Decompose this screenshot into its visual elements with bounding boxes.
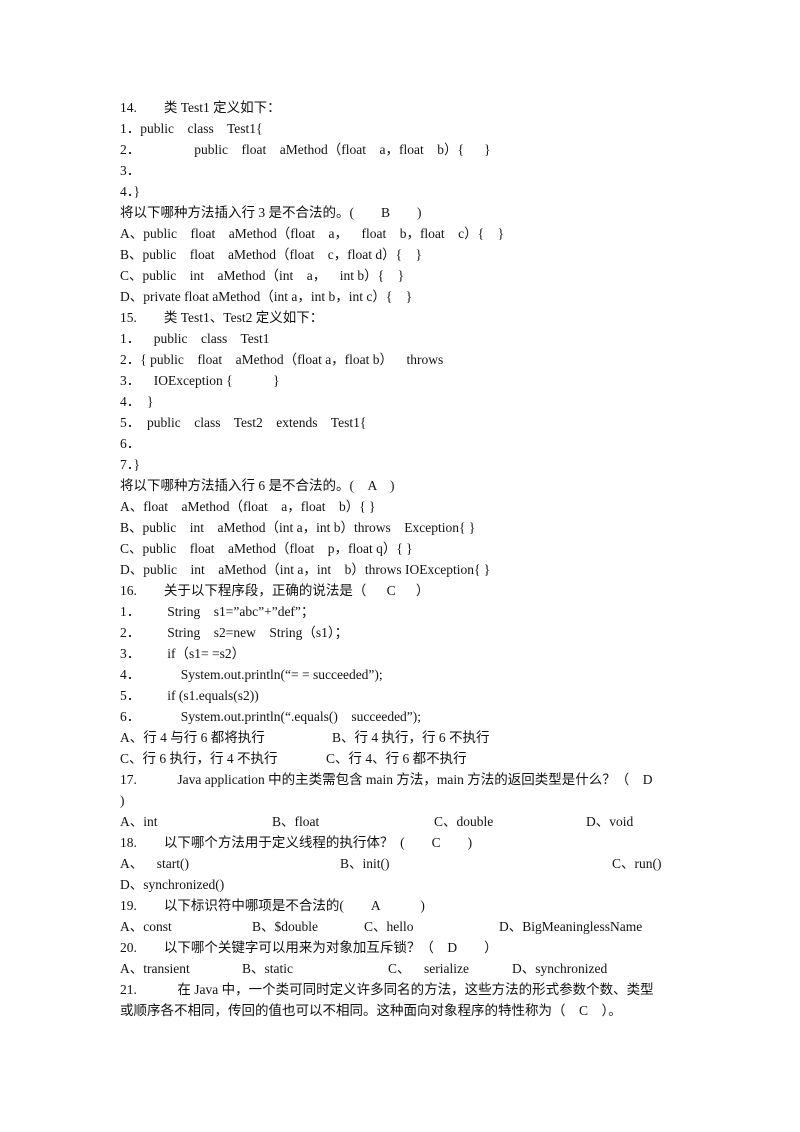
code-line: 1．public class Test1{ [120,121,263,136]
option-a: A、行 4 与行 6 都将执行 [120,730,265,745]
question-19-title: 19. 以下标识符中哪项是不合法的( A ) [120,898,425,913]
option-d: D、synchronized [512,961,608,976]
question-20-title: 20. 以下哪个关键字可以用来为对象加互斥锁？（ D ） [120,940,498,955]
question-14-title: 14. 类 Test1 定义如下： [120,100,281,115]
question-17-title-cont: ) [120,793,125,808]
code-line: 6． [120,436,141,451]
document-page: 14. 类 Test1 定义如下： 1．public class Test1{ … [0,0,800,1132]
option-d: C、行 4、行 6 都不执行 [326,751,467,766]
question-18-title: 18. 以下哪个方法用于定义线程的执行体？ ( C ) [120,835,473,850]
option-a: A、public float aMethod（float a， float b，… [120,226,505,241]
option-b: B、float [272,814,320,829]
question-15-prompt: 将以下哪种方法插入行 6 是不合法的。( A ) [120,478,395,493]
option-a: A、const [120,919,172,934]
option-d: D、private float aMethod（int a，int b，int … [120,289,413,304]
option-b: B、static [242,961,293,976]
option-a: A、float aMethod（float a，float b）{ } [120,499,376,514]
question-15-title: 15. 类 Test1、Test2 定义如下： [120,310,324,325]
option-c: C、 serialize [388,961,469,976]
option-c: C、hello [364,919,414,934]
code-line: 7．} [120,457,140,472]
code-line: 5． public class Test2 extends Test1{ [120,415,367,430]
code-line: 3． [120,163,141,178]
question-21-line-2: 或顺序各不相同，传回的值也可以不相同。这种面向对象程序的特性称为（ C ）。 [120,1003,622,1018]
option-c: C、public float aMethod（float p，float q）{… [120,541,413,556]
code-line: 6． System.out.println(“.equals() succeed… [120,709,422,724]
option-a: A、 start() [120,856,189,871]
option-b: B、行 4 执行，行 6 不执行 [332,730,490,745]
option-c: C、double [434,814,494,829]
code-line: 4． System.out.println(“= = succeeded”); [120,667,383,682]
code-line: 3． if（s1= =s2） [120,646,246,661]
option-a: A、int [120,814,158,829]
question-17-title: 17. Java application 中的主类需包含 main 方法，mai… [120,772,653,787]
option-c: C、public int aMethod（int a， int b）{ } [120,268,405,283]
option-a: A、transient [120,961,190,976]
code-line: 1． String s1=”abc”+”def”； [120,604,315,619]
code-line: 2． public float aMethod（float a，float b）… [120,142,491,157]
option-d: D、public int aMethod（int a，int b）throws … [120,562,491,577]
code-line: 4． } [120,394,154,409]
option-b: B、init() [340,856,390,871]
option-b: B、public int aMethod（int a，int b）throws … [120,520,476,535]
option-b: B、public float aMethod（float c，float d）{… [120,247,423,262]
question-21-line-1: 21. 在 Java 中，一个类可同时定义许多同名的方法，这些方法的形式参数个数… [120,982,654,997]
option-d: D、BigMeaninglessName [499,919,643,934]
question-14-prompt: 将以下哪种方法插入行 3 是不合法的。( B ) [120,205,422,220]
code-line: 3． IOException { } [120,373,280,388]
code-line: 2．{ public float aMethod（float a，float b… [120,352,444,367]
option-c: C、行 6 执行，行 4 不执行 [120,751,278,766]
question-16-title: 16. 关于以下程序段，正确的说法是（ C ） [120,583,430,598]
option-b: B、$double [252,919,318,934]
code-line: 5． if (s1.equals(s2)) [120,688,259,703]
option-d: D、void [586,814,634,829]
option-d: D、synchronized() [120,877,225,892]
code-line: 2． String s2=new String（s1）； [120,625,349,640]
code-line: 4．} [120,184,140,199]
code-line: 1． public class Test1 [120,331,270,346]
option-c: C、run() [612,856,662,871]
